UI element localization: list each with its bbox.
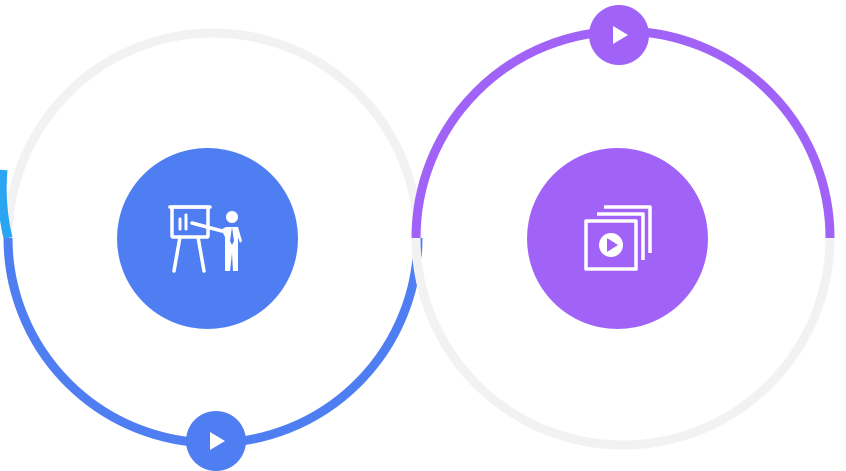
step-hub-presentation bbox=[117, 148, 298, 329]
play-button-presentation[interactable] bbox=[186, 411, 246, 471]
ring-progress-trail bbox=[0, 169, 13, 240]
play-icon bbox=[210, 432, 225, 450]
video-gallery-icon bbox=[583, 204, 652, 271]
step-hub-media bbox=[527, 148, 708, 329]
play-icon bbox=[613, 26, 628, 44]
play-button-media[interactable] bbox=[589, 5, 649, 65]
process-steps bbox=[0, 0, 846, 471]
presentation-icon bbox=[167, 204, 242, 273]
